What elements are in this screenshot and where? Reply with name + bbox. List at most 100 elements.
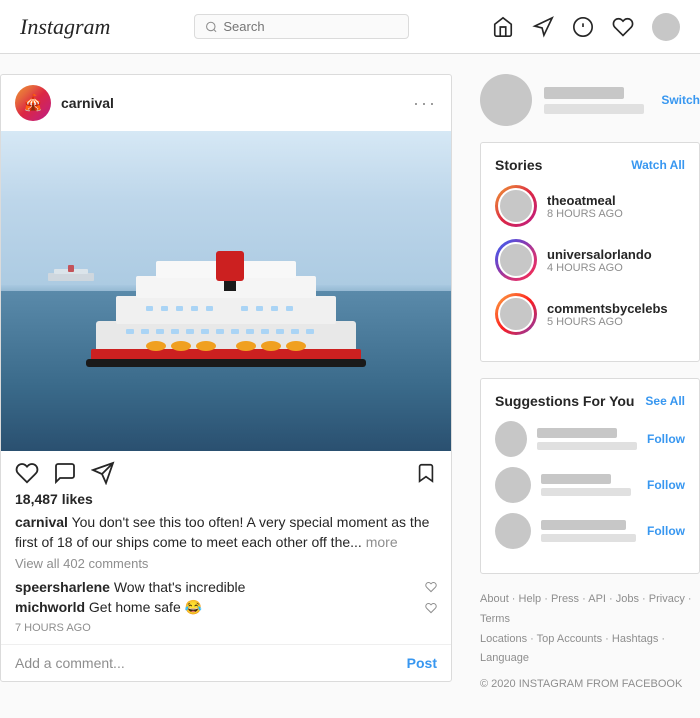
sidebar-username bbox=[544, 87, 624, 99]
follow-button-2[interactable]: Follow bbox=[647, 478, 685, 492]
footer-link-locations[interactable]: Locations bbox=[480, 633, 527, 645]
app-header: Instagram bbox=[0, 0, 700, 54]
comment-row-1: speersharlene Wow that's incredible bbox=[1, 577, 451, 597]
suggestion-username-2 bbox=[541, 474, 611, 484]
suggestion-item-2: Follow bbox=[495, 467, 685, 503]
footer-link-terms[interactable]: Terms bbox=[480, 613, 510, 625]
footer-link-press[interactable]: Press bbox=[551, 593, 579, 605]
post-username[interactable]: carnival bbox=[61, 95, 114, 111]
caption-username[interactable]: carnival bbox=[15, 514, 68, 530]
search-input[interactable] bbox=[223, 19, 397, 34]
share-icon[interactable] bbox=[91, 461, 115, 485]
suggestion-item-1: Follow bbox=[495, 421, 685, 457]
comment-heart-2[interactable] bbox=[425, 602, 437, 614]
footer-link-api[interactable]: API bbox=[588, 593, 606, 605]
nav-icons bbox=[492, 13, 680, 41]
footer-link-help[interactable]: Help bbox=[519, 593, 542, 605]
post-actions bbox=[1, 451, 451, 491]
sidebar-user-avatar[interactable] bbox=[480, 74, 532, 126]
suggestion-item-3: Follow bbox=[495, 513, 685, 549]
suggestion-sub-1 bbox=[537, 442, 637, 450]
story-info-2: universalorlando 4 HOURS AGO bbox=[547, 247, 652, 274]
story-username-2: universalorlando bbox=[547, 247, 652, 262]
story-item-1[interactable]: theoatmeal 8 HOURS AGO bbox=[495, 185, 685, 227]
search-icon bbox=[205, 20, 218, 34]
suggestions-header: Suggestions For You See All bbox=[495, 393, 685, 409]
feed: 🎪 carnival ··· bbox=[0, 74, 452, 698]
footer-link-language[interactable]: Language bbox=[480, 652, 529, 664]
footer-links: About · Help · Press · API · Jobs · Priv… bbox=[480, 593, 692, 664]
story-avatar-ring-3 bbox=[495, 293, 537, 335]
like-icon[interactable] bbox=[15, 461, 39, 485]
post-more-button[interactable]: ··· bbox=[413, 93, 437, 114]
switch-button[interactable]: Switch bbox=[661, 93, 700, 107]
footer-link-jobs[interactable]: Jobs bbox=[616, 593, 639, 605]
suggestion-avatar-2 bbox=[495, 467, 531, 503]
sidebar-footer: About · Help · Press · API · Jobs · Priv… bbox=[480, 590, 700, 695]
footer-link-top-accounts[interactable]: Top Accounts bbox=[537, 633, 602, 645]
bookmark-icon[interactable] bbox=[415, 462, 437, 484]
user-avatar[interactable] bbox=[652, 13, 680, 41]
story-time-2: 4 HOURS AGO bbox=[547, 262, 652, 274]
stories-title: Stories bbox=[495, 157, 542, 173]
see-all-button[interactable]: See All bbox=[645, 394, 685, 408]
story-username-1: theoatmeal bbox=[547, 193, 623, 208]
post-comment-button[interactable]: Post bbox=[407, 655, 437, 671]
view-comments-link[interactable]: View all 402 comments bbox=[1, 556, 451, 571]
post-avatar[interactable]: 🎪 bbox=[15, 85, 51, 121]
comment-username-2: michworld bbox=[15, 599, 85, 615]
footer-link-privacy[interactable]: Privacy bbox=[649, 593, 685, 605]
suggestion-username-3 bbox=[541, 520, 626, 530]
sidebar-user-info bbox=[544, 87, 649, 114]
stories-header: Stories Watch All bbox=[495, 157, 685, 173]
story-time-3: 5 HOURS AGO bbox=[547, 316, 668, 328]
comment-row-2: michworld Get home safe 😂 bbox=[1, 597, 451, 618]
sidebar: Switch Stories Watch All theoatmeal 8 HO… bbox=[480, 74, 700, 698]
suggestion-sub-3 bbox=[541, 534, 636, 542]
suggestion-info-2 bbox=[541, 474, 637, 496]
post-card: 🎪 carnival ··· bbox=[0, 74, 452, 682]
sidebar-copyright: © 2020 INSTAGRAM FROM FACEBOOK bbox=[480, 675, 700, 695]
app-logo: Instagram bbox=[20, 14, 110, 40]
heart-icon[interactable] bbox=[612, 16, 634, 38]
main-layout: 🎪 carnival ··· bbox=[0, 54, 700, 718]
add-comment-input[interactable] bbox=[15, 655, 407, 671]
comment-heart-1[interactable] bbox=[425, 581, 437, 593]
suggestion-info-1 bbox=[537, 428, 637, 450]
home-icon[interactable] bbox=[492, 16, 514, 38]
story-avatar-inner-3 bbox=[498, 296, 534, 332]
story-avatar-inner-2 bbox=[498, 242, 534, 278]
story-time-1: 8 HOURS AGO bbox=[547, 208, 623, 220]
story-avatar-ring-2 bbox=[495, 239, 537, 281]
ship-svg bbox=[86, 251, 366, 381]
background-ship bbox=[46, 265, 96, 285]
post-caption: carnival You don't see this too often! A… bbox=[1, 513, 451, 552]
comment-username-1: speersharlene bbox=[15, 579, 110, 595]
search-bar[interactable] bbox=[194, 14, 409, 39]
watch-all-button[interactable]: Watch All bbox=[631, 158, 685, 172]
post-header: 🎪 carnival ··· bbox=[1, 75, 451, 131]
comment-icon[interactable] bbox=[53, 461, 77, 485]
caption-more[interactable]: more bbox=[366, 534, 398, 550]
story-info-3: commentsbycelebs 5 HOURS AGO bbox=[547, 301, 668, 328]
suggestion-username-1 bbox=[537, 428, 617, 438]
footer-link-about[interactable]: About bbox=[480, 593, 509, 605]
compass-icon[interactable] bbox=[572, 16, 594, 38]
story-item-2[interactable]: universalorlando 4 HOURS AGO bbox=[495, 239, 685, 281]
suggestion-avatar-1 bbox=[495, 421, 527, 457]
suggestions-title: Suggestions For You bbox=[495, 393, 635, 409]
follow-button-3[interactable]: Follow bbox=[647, 524, 685, 538]
suggestion-sub-2 bbox=[541, 488, 631, 496]
follow-button-1[interactable]: Follow bbox=[647, 432, 685, 446]
explore-icon[interactable] bbox=[532, 16, 554, 38]
story-avatar-inner-1 bbox=[498, 188, 534, 224]
add-comment-section: Post bbox=[1, 644, 451, 681]
story-item-3[interactable]: commentsbycelebs 5 HOURS AGO bbox=[495, 293, 685, 335]
suggestion-avatar-3 bbox=[495, 513, 531, 549]
sidebar-fullname bbox=[544, 104, 644, 114]
comment-text-2: Get home safe 😂 bbox=[89, 599, 202, 615]
sidebar-user-card: Switch bbox=[480, 74, 700, 126]
footer-link-hashtags[interactable]: Hashtags bbox=[612, 633, 658, 645]
post-user-info: 🎪 carnival bbox=[15, 85, 114, 121]
post-actions-left bbox=[15, 461, 115, 485]
